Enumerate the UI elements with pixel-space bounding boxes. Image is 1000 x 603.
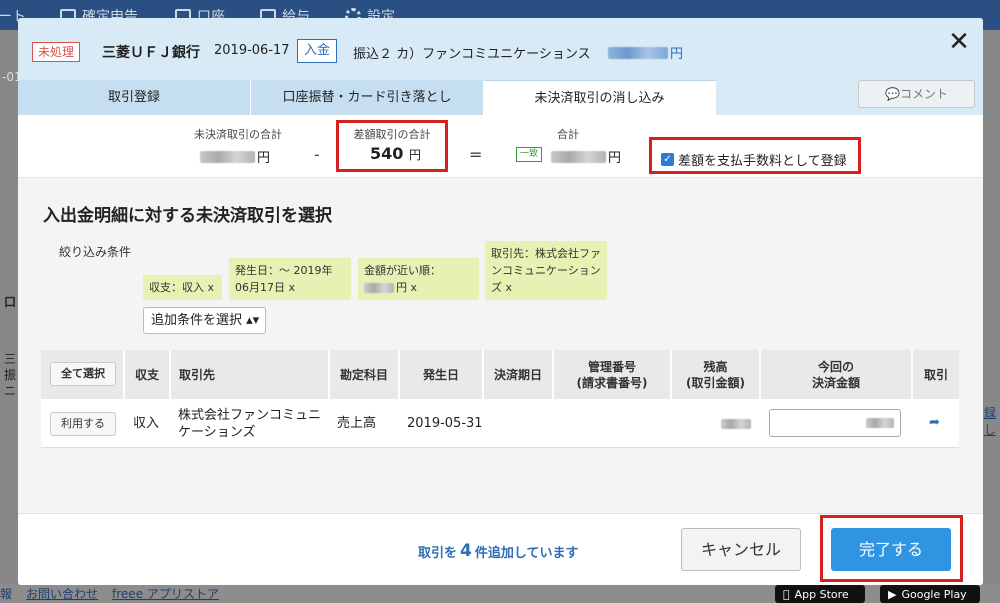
select-all-button[interactable]: 全て選択 bbox=[50, 362, 116, 386]
settle-amount-input[interactable] bbox=[769, 409, 901, 437]
footer-link-contact: お問い合わせ bbox=[26, 587, 99, 601]
col-header-type: 収支 bbox=[125, 350, 171, 399]
select-all-cell: 全て選択 bbox=[41, 350, 125, 399]
google-play-badge: ▶ Google Play bbox=[880, 585, 980, 603]
reconcile-modal: 未処理 三菱ＵＦＪ銀行 2019-06-17 入金 振込２ カ）ファンコミユニケ… bbox=[18, 18, 983, 585]
complete-button[interactable]: 完了する bbox=[831, 528, 951, 571]
row-account: 売上高 bbox=[337, 416, 377, 431]
table-row: 利用する 収入 株式会社ファンコミュニケーションズ 売上高 2019-05-31… bbox=[41, 399, 959, 448]
row-type: 収入 bbox=[133, 416, 160, 431]
redacted-amount bbox=[364, 282, 394, 293]
col-header-settle-amount: 今回の 決済金額 bbox=[761, 350, 913, 399]
row-partner: 株式会社ファンコミュニケーションズ bbox=[178, 407, 322, 440]
redacted-amount bbox=[551, 150, 606, 163]
summary-bar: 未決済取引の合計 円 - 差額取引の合計 540 円 = 合計 一致 円 ✓ 差… bbox=[18, 115, 983, 178]
add-filter-select[interactable]: 追加条件を選択 ▴▾ bbox=[143, 307, 266, 334]
fee-checkbox-label: 差額を支払手数料として登録 bbox=[678, 154, 847, 169]
edge-text: ニ bbox=[4, 384, 17, 398]
deposit-badge: 入金 bbox=[297, 39, 338, 63]
col-header-due: 決済期日 bbox=[484, 350, 554, 399]
fee-checkbox[interactable]: ✓ bbox=[661, 153, 674, 166]
col-header-ref: 管理番号 (請求書番号) bbox=[554, 350, 672, 399]
footer-link-appstore: freee アプリストア bbox=[112, 587, 219, 601]
col-header-deal: 取引 bbox=[923, 367, 948, 382]
tab-register[interactable]: 取引登録 bbox=[18, 80, 251, 115]
filter-chip-date[interactable]: 発生日：～ 2019年06月17日 x bbox=[229, 258, 351, 300]
row-date: 2019-05-31 bbox=[407, 416, 483, 431]
background-right-strip bbox=[982, 30, 1000, 603]
tab-transfer[interactable]: 口座振替・カード引き落とし bbox=[251, 80, 484, 115]
background-left-strip bbox=[0, 30, 18, 603]
filter-chip-amount[interactable]: 金額が近い順： 円 x bbox=[358, 258, 479, 300]
cancel-button[interactable]: キャンセル bbox=[681, 528, 801, 571]
col-header-date: 発生日 bbox=[400, 350, 484, 399]
modal-header: 未処理 三菱ＵＦＪ銀行 2019-06-17 入金 振込２ カ）ファンコミユニケ… bbox=[18, 18, 983, 80]
edge-link: 録し bbox=[984, 406, 997, 437]
edge-text: 振 bbox=[4, 368, 17, 382]
section-title: 入出金明細に対する未決済取引を選択 bbox=[43, 206, 332, 226]
transaction-amount: 円 bbox=[608, 43, 683, 62]
col-header-balance: 残高 (取引金額) bbox=[672, 350, 761, 399]
redacted-amount bbox=[721, 418, 751, 429]
added-count: 4 bbox=[460, 541, 472, 561]
total-value: 円 bbox=[551, 147, 621, 166]
tab-reconcile[interactable]: 未決済取引の消し込み bbox=[484, 80, 716, 115]
equals-operator: = bbox=[469, 145, 483, 164]
footer-link-partial: 報 bbox=[0, 587, 13, 601]
total-label: 合計 bbox=[557, 128, 579, 141]
minus-operator: - bbox=[314, 145, 320, 164]
redacted-amount bbox=[866, 418, 894, 428]
use-button[interactable]: 利用する bbox=[50, 412, 116, 436]
unsettled-total-value: 円 bbox=[200, 147, 270, 166]
close-icon: ✕ bbox=[948, 27, 970, 57]
status-badge: 未処理 bbox=[32, 42, 81, 62]
table-header: 全て選択 収支 取引先 勘定科目 発生日 決済期日 管理番号 (請求書番号) 残… bbox=[41, 350, 959, 399]
diff-total-label: 差額取引の合計 bbox=[353, 128, 431, 141]
diff-total-value: 540 円 bbox=[370, 144, 421, 163]
transaction-date: 2019-06-17 bbox=[214, 43, 290, 58]
col-header-partner: 取引先 bbox=[171, 350, 330, 399]
edge-text: 口 bbox=[4, 295, 17, 309]
bank-name: 三菱ＵＦＪ銀行 bbox=[102, 45, 200, 61]
unsettled-total-label: 未決済取引の合計 bbox=[194, 128, 282, 141]
col-header-account: 勘定科目 bbox=[330, 350, 400, 399]
external-link-icon[interactable]: ➦ bbox=[929, 416, 941, 429]
play-icon: ▶ bbox=[888, 587, 897, 601]
edge-text: 三 bbox=[4, 352, 17, 366]
redacted-amount bbox=[200, 150, 255, 163]
filter-label: 絞り込み条件 bbox=[59, 245, 132, 259]
close-button[interactable]: ✕ bbox=[946, 27, 972, 57]
app-store-badge: App Store bbox=[775, 585, 865, 603]
match-badge: 一致 bbox=[516, 147, 543, 162]
comment-button[interactable]: 💬コメント bbox=[858, 80, 975, 108]
redacted-amount bbox=[608, 46, 668, 59]
apple-icon:  bbox=[783, 588, 790, 601]
content-area: 入出金明細に対する未決済取引を選択 絞り込み条件 収支：収入 x 発生日：～ 2… bbox=[18, 178, 983, 513]
filter-chip-type[interactable]: 収支：収入 x bbox=[143, 275, 222, 300]
added-count-message: 取引を 4 件追加しています bbox=[418, 541, 579, 561]
modal-tabs: 取引登録 口座振替・カード引き落とし 未決済取引の消し込み bbox=[18, 80, 983, 115]
filter-chip-partner[interactable]: 取引先：株式会社ファンコミュニケーションズ x bbox=[485, 241, 607, 300]
fee-checkbox-row[interactable]: ✓ 差額を支払手数料として登録 bbox=[661, 150, 847, 169]
row-balance bbox=[721, 399, 751, 448]
transaction-description: 振込２ カ）ファンコミユニケーションス bbox=[353, 47, 591, 62]
modal-footer: 取引を 4 件追加しています キャンセル 完了する bbox=[18, 513, 983, 585]
